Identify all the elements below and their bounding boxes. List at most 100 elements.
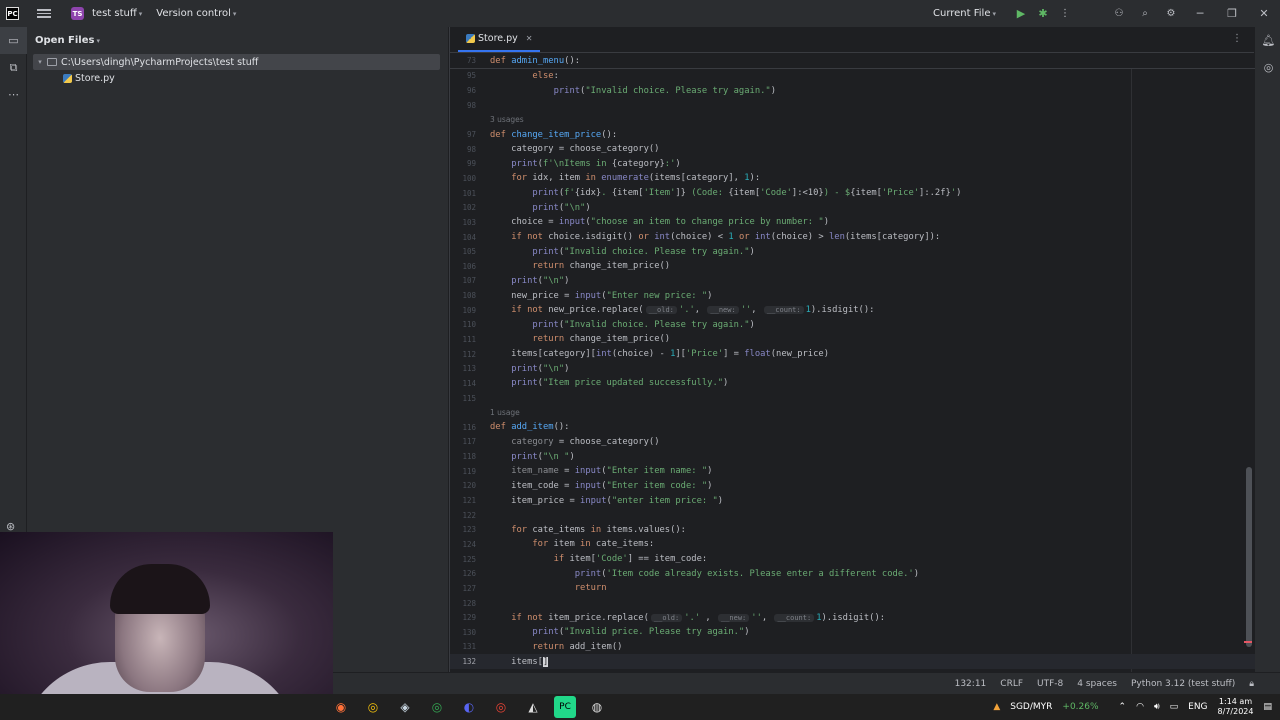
line-number[interactable]: 112 (450, 350, 476, 359)
code-line[interactable]: 119 item_name = input("Enter item name: … (450, 464, 1255, 479)
chrome-icon[interactable]: ◎ (362, 696, 384, 718)
line-number[interactable]: 119 (450, 467, 476, 476)
caret-position[interactable]: 132:11 (955, 679, 987, 689)
code-line[interactable]: 117 category = choose_category() (450, 435, 1255, 450)
close-button[interactable]: ✕ (1248, 0, 1280, 27)
restore-button[interactable]: ❐ (1216, 0, 1248, 27)
code-line[interactable]: 115 (450, 391, 1255, 406)
code-line[interactable]: 108 new_price = input("Enter new price: … (450, 288, 1255, 303)
tray-chevron-up-icon[interactable]: ⌃ (1119, 702, 1127, 712)
code-line[interactable]: 124 for item in cate_items: (450, 537, 1255, 552)
error-stripe-marker[interactable] (1244, 641, 1252, 643)
pycharm-taskbar-icon[interactable]: PC (554, 696, 576, 718)
line-number[interactable]: 110 (450, 320, 476, 329)
code-line[interactable]: 131 return add_item() (450, 640, 1255, 655)
code-line[interactable]: 113 print("\n") (450, 361, 1255, 376)
line-number[interactable]: 120 (450, 481, 476, 490)
line-number[interactable]: 132 (450, 657, 476, 666)
structure-icon[interactable]: ⧉ (0, 54, 27, 81)
line-separator[interactable]: CRLF (1000, 679, 1023, 689)
line-number[interactable]: 104 (450, 233, 476, 242)
usage-hint[interactable]: 1 usage (450, 405, 1255, 420)
discord-icon[interactable]: ◐ (458, 696, 480, 718)
line-number[interactable]: 118 (450, 452, 476, 461)
code-line[interactable]: 114 print("Item price updated successful… (450, 376, 1255, 391)
indent-setting[interactable]: 4 spaces (1077, 679, 1117, 689)
line-number[interactable]: 107 (450, 276, 476, 285)
line-number[interactable]: 113 (450, 364, 476, 373)
chevron-down-icon[interactable]: ▾ (33, 58, 47, 66)
battery-icon[interactable]: ▭ (1170, 702, 1179, 712)
code-line[interactable]: 99 print(f'\nItems in {category}:') (450, 156, 1255, 171)
line-number[interactable]: 122 (450, 511, 476, 520)
line-number[interactable]: 131 (450, 642, 476, 651)
debug-icon[interactable]: ✱ (1032, 0, 1054, 27)
notifications-bell-icon[interactable]: 🔔︎ (1255, 27, 1280, 54)
code-line[interactable]: 116 def add_item(): (450, 420, 1255, 435)
line-number[interactable]: 105 (450, 247, 476, 256)
code-line[interactable]: 125 if item['Code'] == item_code: (450, 552, 1255, 567)
code-line[interactable]: 122 (450, 508, 1255, 523)
line-number[interactable]: 121 (450, 496, 476, 505)
line-number[interactable]: 115 (450, 394, 476, 403)
code-line[interactable]: 121 item_price = input("enter item price… (450, 493, 1255, 508)
current-code-line[interactable]: 132 items[] (450, 654, 1255, 669)
code-line[interactable]: 98 category = choose_category() (450, 142, 1255, 157)
line-number[interactable]: 102 (450, 203, 476, 212)
vertical-scrollbar[interactable] (1246, 467, 1252, 647)
obs-icon[interactable]: ◍ (586, 696, 608, 718)
code-line[interactable]: 95 else: (450, 69, 1255, 84)
minimize-button[interactable]: ─ (1184, 0, 1216, 27)
more-tools-icon[interactable]: ⋯ (0, 81, 27, 108)
lock-icon[interactable]: 🔒︎ (1249, 679, 1254, 689)
line-number[interactable]: 101 (450, 189, 476, 198)
file-encoding[interactable]: UTF-8 (1037, 679, 1063, 689)
open-files-dropdown[interactable]: Open Files ▾ (27, 27, 448, 54)
line-number[interactable]: 106 (450, 262, 476, 271)
line-number[interactable]: 98 (450, 101, 476, 110)
line-number[interactable]: 73 (450, 56, 476, 65)
line-number[interactable]: 130 (450, 628, 476, 637)
code-line[interactable]: 105 print("Invalid choice. Please try ag… (450, 244, 1255, 259)
line-number[interactable]: 114 (450, 379, 476, 388)
code-line[interactable]: 118 print("\n ") (450, 449, 1255, 464)
code-line[interactable]: 111 return change_item_price() (450, 332, 1255, 347)
more-actions-icon[interactable]: ⋮ (1054, 0, 1076, 27)
line-number[interactable]: 123 (450, 525, 476, 534)
code-line[interactable]: 96 print("Invalid choice. Please try aga… (450, 83, 1255, 98)
code-line[interactable]: 120 item_code = input("Enter item code: … (450, 479, 1255, 494)
code-line[interactable]: 129 if not item_price.replace(__old: '.' … (450, 610, 1255, 625)
file-tree-item[interactable]: Store.py (27, 70, 448, 86)
line-number[interactable]: 127 (450, 584, 476, 593)
python-console-icon[interactable]: ⊛ (6, 520, 15, 533)
line-number[interactable]: 100 (450, 174, 476, 183)
line-number[interactable]: 128 (450, 599, 476, 608)
tab-options-icon[interactable]: ⋮ (1232, 33, 1242, 44)
code-line[interactable]: 100 for idx, item in enumerate(items[cat… (450, 171, 1255, 186)
line-number[interactable]: 117 (450, 437, 476, 446)
usage-count-label[interactable]: 1 usage (490, 408, 520, 417)
code-line[interactable]: 103 choice = input("choose an item to ch… (450, 215, 1255, 230)
line-number[interactable]: 111 (450, 335, 476, 344)
line-number[interactable]: 109 (450, 306, 476, 315)
code-line[interactable]: 106 return change_item_price() (450, 259, 1255, 274)
line-number[interactable]: 116 (450, 423, 476, 432)
line-number[interactable]: 126 (450, 569, 476, 578)
code-line[interactable]: 107 print("\n") (450, 274, 1255, 289)
code-line[interactable]: 73 def admin_menu(): (450, 54, 1255, 69)
wifi-icon[interactable]: ◠ (1136, 702, 1144, 712)
language-indicator[interactable]: ENG (1188, 702, 1207, 712)
editor-tab-store-py[interactable]: Store.py ✕ (458, 26, 541, 52)
code-line[interactable]: 110 print("Invalid choice. Please try ag… (450, 318, 1255, 333)
project-folder-icon[interactable]: ▭ (0, 27, 27, 54)
steam-icon[interactable]: ◈ (394, 696, 416, 718)
project-name-dropdown[interactable]: test stuff ▾ (92, 8, 142, 19)
usage-count-label[interactable]: 3 usages (490, 115, 524, 124)
line-number[interactable]: 99 (450, 159, 476, 168)
code-with-me-icon[interactable]: ⚇ (1106, 0, 1132, 27)
line-number[interactable]: 95 (450, 71, 476, 80)
line-number[interactable]: 96 (450, 86, 476, 95)
search-icon[interactable]: ⌕ (1132, 0, 1158, 27)
volume-icon[interactable]: 🔊︎ (1154, 702, 1160, 712)
run-icon[interactable]: ▶ (1010, 0, 1032, 27)
